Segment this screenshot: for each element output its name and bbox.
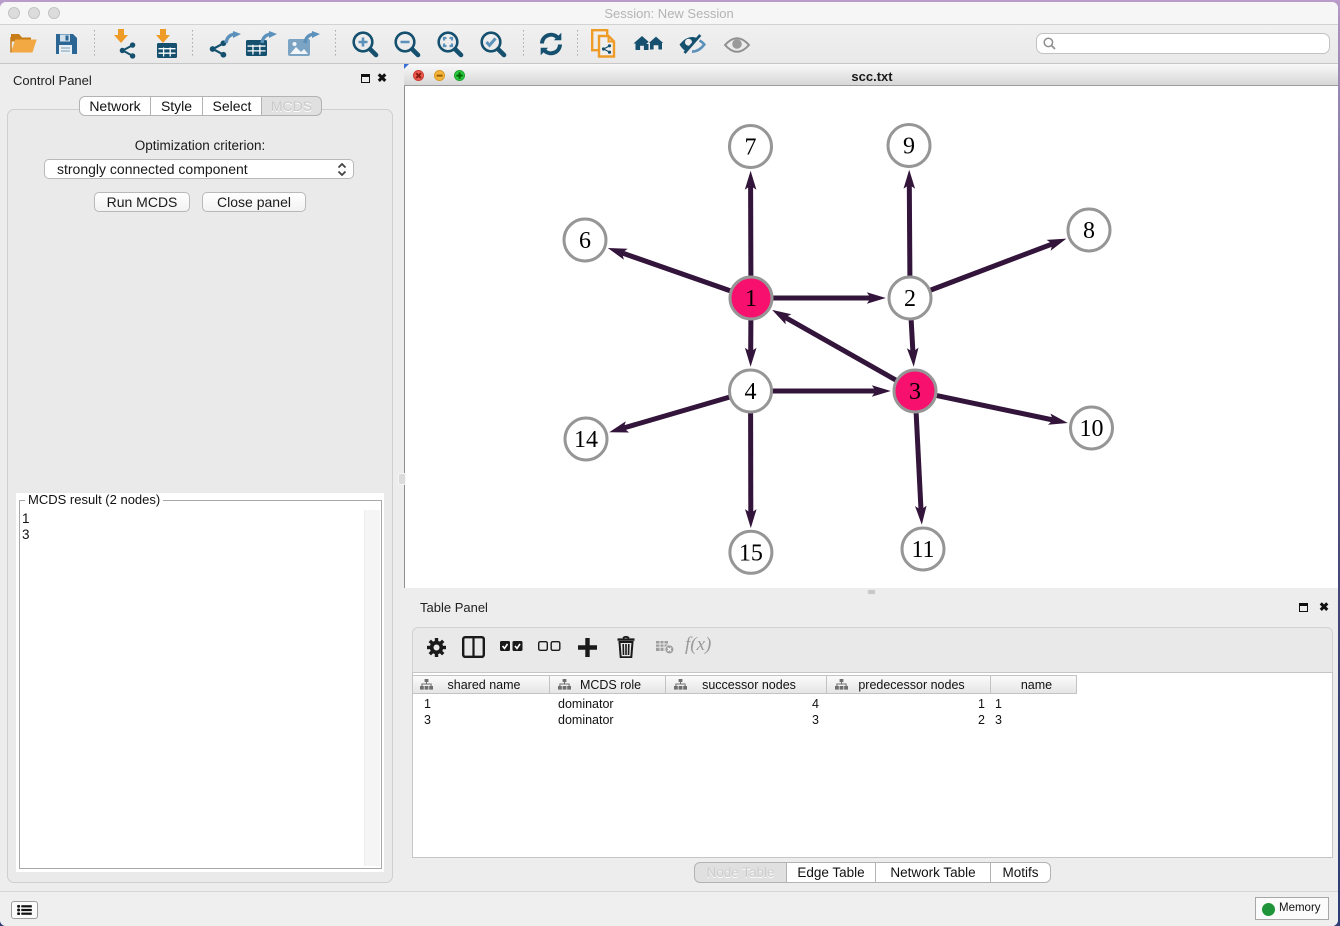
- svg-text:3: 3: [909, 379, 921, 405]
- svg-text:8: 8: [1083, 218, 1095, 244]
- svg-text:10: 10: [1079, 416, 1103, 442]
- svg-text:9: 9: [903, 133, 915, 159]
- svg-text:14: 14: [574, 427, 598, 453]
- svg-text:7: 7: [744, 134, 756, 160]
- svg-text:1: 1: [745, 286, 757, 312]
- svg-text:6: 6: [579, 228, 591, 254]
- svg-text:4: 4: [744, 379, 756, 405]
- svg-text:11: 11: [911, 537, 934, 563]
- svg-text:15: 15: [738, 540, 762, 566]
- svg-text:2: 2: [904, 286, 916, 312]
